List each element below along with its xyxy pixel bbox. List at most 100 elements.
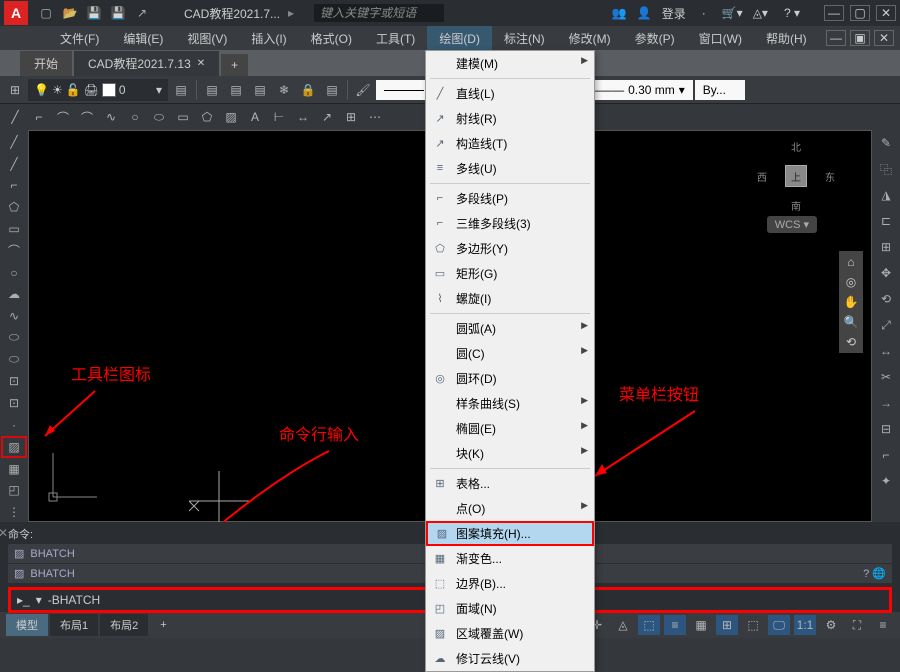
dd-ray[interactable]: ↗射线(R) xyxy=(426,106,594,131)
dd-pline[interactable]: ⌐多段线(P) xyxy=(426,186,594,211)
offset-icon[interactable]: ⊏ xyxy=(874,210,898,232)
cart-icon[interactable]: 🛒▾ xyxy=(722,6,743,20)
dd-hatch[interactable]: ▨图案填充(H)... xyxy=(426,521,594,546)
hatch2-icon[interactable]: ▨ xyxy=(220,106,242,128)
move-icon[interactable]: ✥ xyxy=(874,262,898,284)
dd-revcloud[interactable]: ☁修订云线(V) xyxy=(426,646,594,671)
dd-circle[interactable]: 圆(C)▶ xyxy=(426,341,594,366)
menu-dimension[interactable]: 标注(N) xyxy=(492,26,557,51)
help-icon[interactable]: ? 🌐 xyxy=(863,567,886,580)
rect-tool-icon[interactable]: ▭ xyxy=(2,219,26,239)
dyn-input-icon[interactable]: ⊞ xyxy=(716,615,738,635)
doc-restore-button[interactable]: ▣ xyxy=(850,30,870,46)
lineweight-toggle-icon[interactable]: ≡ xyxy=(664,615,686,635)
dd-spline[interactable]: 样条曲线(S)▶ xyxy=(426,391,594,416)
dd-point[interactable]: 点(O)▶ xyxy=(426,496,594,521)
close-button[interactable]: ✕ xyxy=(876,5,896,21)
menu-window[interactable]: 窗口(W) xyxy=(687,26,754,51)
dd-pline3d[interactable]: ⌐三维多段线(3) xyxy=(426,211,594,236)
iso-icon[interactable]: ◬ xyxy=(612,615,634,635)
doc-close-button[interactable]: ✕ xyxy=(874,30,894,46)
circle-tool-icon[interactable]: ○ xyxy=(2,263,26,283)
revcloud-tool-icon[interactable]: ☁ xyxy=(2,284,26,304)
curve-icon[interactable]: ∿ xyxy=(100,106,122,128)
layer-iso-icon[interactable]: ▤ xyxy=(225,79,247,101)
spline-tool-icon[interactable]: ∿ xyxy=(2,306,26,326)
dd-table[interactable]: ⊞表格... xyxy=(426,471,594,496)
mirror-icon[interactable]: ◮ xyxy=(874,184,898,206)
match-props-icon[interactable]: 🖌 xyxy=(352,79,374,101)
app-logo[interactable]: A xyxy=(4,1,28,25)
orbit-icon[interactable]: ⟲ xyxy=(841,335,861,349)
minimize-button[interactable]: — xyxy=(824,5,844,21)
layer-freeze-icon[interactable]: ❄ xyxy=(273,79,295,101)
cmd-close-icon[interactable]: ✕ xyxy=(0,526,8,540)
color-dropdown[interactable]: By... xyxy=(695,80,745,100)
block2-tool-icon[interactable]: ⊡ xyxy=(2,393,26,413)
layer-lock-icon[interactable]: 🔒 xyxy=(297,79,319,101)
menu-tools[interactable]: 工具(T) xyxy=(364,26,427,51)
ellipse-icon[interactable]: ⬭ xyxy=(148,106,170,128)
menu-format[interactable]: 格式(O) xyxy=(299,26,364,51)
dd-helix[interactable]: ⌇螺旋(I) xyxy=(426,286,594,311)
tab-doc1[interactable]: CAD教程2021.7.13✕ xyxy=(74,51,219,76)
network-icon[interactable]: 👥 xyxy=(612,6,627,20)
dd-modeling[interactable]: 建模(M)▶ xyxy=(426,51,594,76)
login-icon[interactable]: 👤 xyxy=(637,6,652,20)
more-icon[interactable]: ⋯ xyxy=(364,106,386,128)
ellipse-tool-icon[interactable]: ⬭ xyxy=(2,328,26,348)
tab-start[interactable]: 开始 xyxy=(20,51,72,76)
dd-ellipse[interactable]: 椭圆(E)▶ xyxy=(426,416,594,441)
tab-add[interactable]: + xyxy=(221,54,248,76)
layer-states-icon[interactable]: ▤ xyxy=(201,79,223,101)
layer-off-icon[interactable]: ▤ xyxy=(249,79,271,101)
polygon-tool-icon[interactable]: ⬠ xyxy=(2,197,26,217)
dd-block[interactable]: 块(K)▶ xyxy=(426,441,594,466)
zoom-icon[interactable]: 🔍 xyxy=(841,315,861,329)
block-tool-icon[interactable]: ⊡ xyxy=(2,372,26,392)
table-icon[interactable]: ⊞ xyxy=(340,106,362,128)
maximize-button[interactable]: ▢ xyxy=(850,5,870,21)
doc-minimize-button[interactable]: — xyxy=(826,30,846,46)
extend-icon[interactable]: → xyxy=(874,392,898,414)
line-tool-icon[interactable]: ╱ xyxy=(2,132,26,152)
more-tool-icon[interactable]: ⋮ xyxy=(2,502,26,522)
arc-tool-icon[interactable]: ⌒ xyxy=(2,241,26,261)
tab-layout1[interactable]: 布局1 xyxy=(50,614,98,636)
fullscreen-icon[interactable]: ⛶ xyxy=(846,615,868,635)
trim-icon[interactable]: ✂ xyxy=(874,366,898,388)
wcs-badge[interactable]: WCS ▾ xyxy=(767,216,817,233)
hatch-tool-icon[interactable]: ▨ xyxy=(2,437,26,457)
arc-icon[interactable]: ⌒ xyxy=(52,106,74,128)
tab-add-layout[interactable]: + xyxy=(150,616,176,634)
erase-icon[interactable]: ✎ xyxy=(874,132,898,154)
leader-icon[interactable]: ↗ xyxy=(316,106,338,128)
point-tool-icon[interactable]: · xyxy=(2,415,26,435)
dim2-icon[interactable]: ↔ xyxy=(292,106,314,128)
pan-icon[interactable]: ✋ xyxy=(841,295,861,309)
arc2-icon[interactable]: ⌒ xyxy=(76,106,98,128)
rotate-icon[interactable]: ⟲ xyxy=(874,288,898,310)
copy-icon[interactable]: ⿻ xyxy=(874,158,898,180)
array-icon[interactable]: ⊞ xyxy=(874,236,898,258)
share-icon[interactable]: ↗ xyxy=(133,4,151,22)
menu-params[interactable]: 参数(P) xyxy=(623,26,687,51)
dd-rectangle[interactable]: ▭矩形(G) xyxy=(426,261,594,286)
layer-match-icon[interactable]: ▤ xyxy=(321,79,343,101)
gradient-tool-icon[interactable]: ▦ xyxy=(2,459,26,479)
region-tool-icon[interactable]: ◰ xyxy=(2,481,26,501)
new-icon[interactable]: ▢ xyxy=(37,4,55,22)
tab-layout2[interactable]: 布局2 xyxy=(100,614,148,636)
menu-help[interactable]: 帮助(H) xyxy=(754,26,819,51)
menu-modify[interactable]: 修改(M) xyxy=(557,26,623,51)
dd-boundary[interactable]: ⬚边界(B)... xyxy=(426,571,594,596)
search-input[interactable]: 键入关键字或短语 xyxy=(314,4,444,22)
menu-insert[interactable]: 插入(I) xyxy=(239,26,298,51)
pline-tool-icon[interactable]: ⌐ xyxy=(2,176,26,196)
rect-icon[interactable]: ▭ xyxy=(172,106,194,128)
polyline-icon[interactable]: ⌐ xyxy=(28,106,50,128)
dd-donut[interactable]: ◎圆环(D) xyxy=(426,366,594,391)
dd-mline[interactable]: ≡多线(U) xyxy=(426,156,594,181)
home-icon[interactable]: ⌂ xyxy=(841,255,861,269)
dd-line[interactable]: ╱直线(L) xyxy=(426,81,594,106)
